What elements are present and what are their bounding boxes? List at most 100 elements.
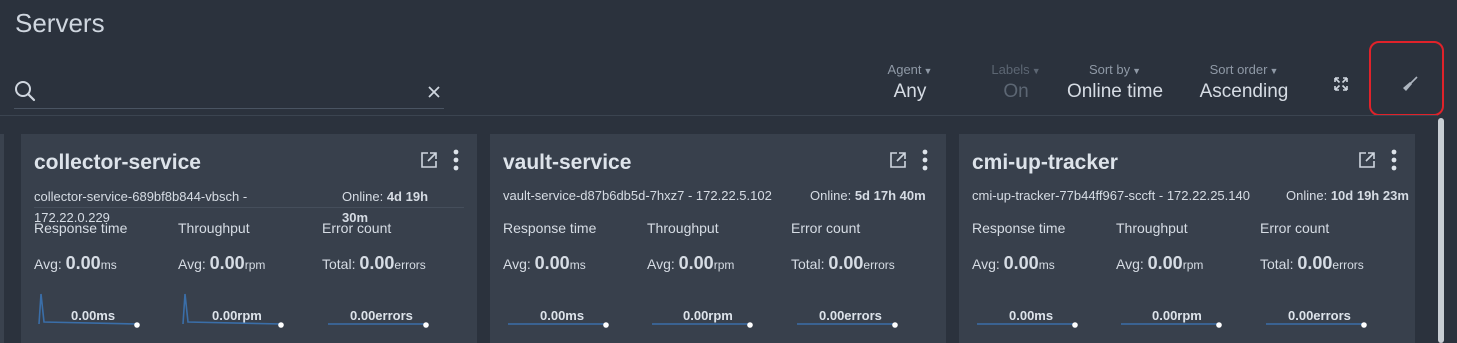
response-time-avg: Avg: 0.00ms [972, 253, 1055, 274]
metric-unit: ms [569, 258, 586, 272]
metric-value: 0.00 [828, 253, 864, 273]
filter-value: Any [893, 81, 927, 102]
metric-unit: rpm [244, 258, 266, 272]
error-count-label: Error count [1260, 220, 1330, 236]
metric-value: 0.00 [1003, 253, 1039, 273]
online-label: Online: [1286, 188, 1328, 203]
caret-down-icon: ▼ [1132, 66, 1142, 76]
search-input[interactable] [42, 80, 422, 104]
metric-unit: errors [863, 258, 895, 272]
filter-value: Online time [1066, 81, 1164, 102]
error-count-total: Total: 0.00errors [1260, 253, 1364, 274]
throughput-avg: Avg: 0.00rpm [1116, 253, 1203, 274]
more-vertical-icon[interactable] [1389, 149, 1399, 171]
filter-label: Agent [887, 62, 922, 77]
divider [34, 207, 464, 208]
more-vertical-icon[interactable] [920, 149, 930, 171]
open-in-new-icon[interactable] [420, 151, 438, 169]
sparkline-value: 0.00errors [350, 308, 413, 323]
page-title: Servers [15, 8, 105, 38]
avg-prefix: Avg: [34, 256, 62, 272]
pod-info: cmi-up-tracker-77b44ff967-sccft - 172.22… [972, 188, 1250, 203]
avg-prefix: Avg: [1116, 256, 1144, 272]
online-label: Online: [810, 188, 852, 203]
throughput-label: Throughput [1116, 220, 1188, 236]
caret-down-icon: ▼ [1269, 66, 1279, 76]
online-label: Online: [342, 189, 384, 204]
avg-prefix: Avg: [178, 256, 206, 272]
metric-unit: rpm [1182, 258, 1204, 272]
metric-unit: ms [100, 258, 117, 272]
sparkline-value: 0.00errors [1288, 308, 1351, 323]
total-prefix: Total: [791, 256, 825, 272]
server-card[interactable]: vault-service vault-service-d87b6db5d-7h… [490, 134, 946, 343]
metric-unit: rpm [713, 258, 735, 272]
metric-value: 0.00 [1147, 253, 1183, 273]
expand-icon[interactable] [1333, 76, 1349, 92]
sparkline-value: 0.00rpm [212, 308, 262, 323]
throughput-avg: Avg: 0.00rpm [178, 253, 265, 274]
metric-value: 0.00 [359, 253, 395, 273]
sparkline-value: 0.00errors [819, 308, 882, 323]
metric-value: 0.00 [534, 253, 570, 273]
metric-unit: errors [394, 258, 426, 272]
agent-filter[interactable]: Agent ▼ Any [872, 62, 948, 103]
online-time: Online: 5d 17h 40m [810, 188, 926, 203]
close-icon[interactable] [424, 82, 444, 102]
avg-prefix: Avg: [972, 256, 1000, 272]
caret-down-icon: ▼ [1031, 66, 1041, 76]
broom-icon [1403, 76, 1418, 91]
online-value: 5d 17h 40m [854, 188, 926, 203]
response-time-label: Response time [972, 220, 1066, 236]
metric-unit: ms [1038, 258, 1055, 272]
server-card[interactable]: cmi-up-tracker cmi-up-tracker-77b44ff967… [959, 134, 1415, 343]
response-time-label: Response time [503, 220, 597, 236]
total-prefix: Total: [322, 256, 356, 272]
pod-info: vault-service-d87b6db5d-7hxz7 - 172.22.5… [503, 188, 772, 203]
metric-value: 0.00 [65, 253, 101, 273]
sparkline-value: 0.00ms [71, 308, 116, 323]
sparkline-value: 0.00ms [540, 308, 585, 323]
header-divider [0, 115, 1437, 116]
sort-by-filter[interactable]: Sort by ▼ Online time [1062, 62, 1168, 103]
filter-value: On [1003, 81, 1029, 102]
filter-label: Labels [991, 62, 1030, 77]
metric-value: 0.00 [1297, 253, 1333, 273]
sparkline-value: 0.00rpm [683, 308, 733, 323]
more-vertical-icon[interactable] [451, 149, 461, 171]
sort-order-filter[interactable]: Sort order ▼ Ascending [1196, 62, 1292, 103]
throughput-avg: Avg: 0.00rpm [647, 253, 734, 274]
avg-prefix: Avg: [647, 256, 675, 272]
response-time-avg: Avg: 0.00ms [503, 253, 586, 274]
metric-unit: errors [1332, 258, 1364, 272]
labels-filter: Labels ▼ On [966, 62, 1066, 103]
filter-label: Sort by [1088, 62, 1131, 77]
server-name: cmi-up-tracker [972, 151, 1118, 174]
response-time-label: Response time [34, 220, 128, 236]
open-in-new-icon[interactable] [1358, 151, 1376, 169]
scrollbar-thumb[interactable] [1438, 118, 1444, 343]
avg-prefix: Avg: [503, 256, 531, 272]
caret-down-icon: ▼ [923, 66, 933, 76]
sparkline-value: 0.00ms [1009, 308, 1054, 323]
metric-value: 0.00 [209, 253, 245, 273]
throughput-label: Throughput [647, 220, 719, 236]
server-name: vault-service [503, 151, 632, 174]
filter-value: Ascending [1199, 81, 1289, 102]
clear-filters-button[interactable] [1369, 41, 1444, 116]
filter-label: Sort order [1209, 62, 1268, 77]
server-card[interactable]: collector-service collector-service-689b… [21, 134, 477, 343]
search-underline [14, 108, 444, 109]
response-time-avg: Avg: 0.00ms [34, 253, 117, 274]
error-count-total: Total: 0.00errors [791, 253, 895, 274]
open-in-new-icon[interactable] [889, 151, 907, 169]
sparkline-value: 0.00rpm [1152, 308, 1202, 323]
online-value: 10d 19h 23m [1330, 188, 1409, 203]
throughput-label: Throughput [178, 220, 250, 236]
error-count-label: Error count [322, 220, 392, 236]
metric-value: 0.00 [678, 253, 714, 273]
error-count-label: Error count [791, 220, 861, 236]
server-name: collector-service [34, 151, 201, 174]
error-count-total: Total: 0.00errors [322, 253, 426, 274]
previous-card-edge [0, 134, 4, 343]
